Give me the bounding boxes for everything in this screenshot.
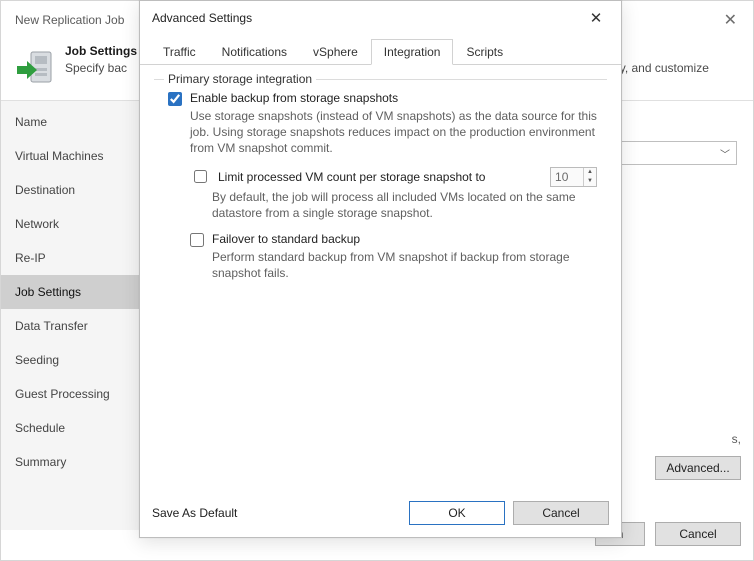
cancel-button[interactable]: Cancel xyxy=(513,501,609,525)
enable-backup-checkbox[interactable] xyxy=(168,92,182,106)
tab-vsphere[interactable]: vSphere xyxy=(300,39,371,65)
save-as-default-button[interactable]: Save As Default xyxy=(152,506,252,520)
subtitle-left: Specify bac xyxy=(65,61,127,75)
close-icon[interactable]: ✕ xyxy=(718,10,743,30)
limit-vm-hint: By default, the job will process all inc… xyxy=(212,189,597,221)
tab-integration[interactable]: Integration xyxy=(371,39,454,65)
tab-notifications[interactable]: Notifications xyxy=(209,39,300,65)
tab-traffic[interactable]: Traffic xyxy=(150,39,209,65)
nav-item-job-settings[interactable]: Job Settings xyxy=(1,275,150,309)
spinner-down-icon[interactable]: ▼ xyxy=(584,177,596,186)
job-settings-icon xyxy=(15,44,65,88)
failover-hint: Perform standard backup from VM snapshot… xyxy=(212,249,597,281)
enable-backup-option: Enable backup from storage snapshots xyxy=(168,90,597,106)
cancel-button[interactable]: Cancel xyxy=(655,522,741,546)
dialog-content: Primary storage integration Enable backu… xyxy=(140,65,621,493)
limit-vm-option: Limit processed VM count per storage sna… xyxy=(190,167,597,187)
failover-label: Failover to standard backup xyxy=(212,231,360,246)
advanced-settings-dialog: Advanced Settings ✕ Traffic Notification… xyxy=(139,0,622,538)
nav-item-re-ip[interactable]: Re-IP xyxy=(1,241,150,275)
options-fragment: s, xyxy=(732,432,741,446)
wizard-steps-nav: Name Virtual Machines Destination Networ… xyxy=(1,101,151,530)
dialog-footer: Save As Default OK Cancel xyxy=(140,493,621,537)
limit-vm-label: Limit processed VM count per storage sna… xyxy=(218,169,542,184)
spinner-up-icon[interactable]: ▲ xyxy=(584,168,596,177)
nav-item-schedule[interactable]: Schedule xyxy=(1,411,150,445)
subtitle-right: cy, and customize xyxy=(614,61,709,75)
chevron-down-icon: ﹀ xyxy=(720,146,730,161)
close-icon[interactable]: ✕ xyxy=(579,6,613,30)
limit-vm-checkbox[interactable] xyxy=(194,170,207,183)
failover-option: Failover to standard backup xyxy=(190,231,597,247)
enable-backup-hint: Use storage snapshots (instead of VM sna… xyxy=(190,108,597,157)
dialog-title: Advanced Settings xyxy=(152,11,252,25)
advanced-button[interactable]: Advanced... xyxy=(655,456,741,480)
nav-item-name[interactable]: Name xyxy=(1,105,150,139)
nav-item-guest-processing[interactable]: Guest Processing xyxy=(1,377,150,411)
tab-scripts[interactable]: Scripts xyxy=(453,39,516,65)
limit-vm-value[interactable] xyxy=(551,170,583,184)
group-legend: Primary storage integration xyxy=(164,72,316,86)
enable-backup-label: Enable backup from storage snapshots xyxy=(190,90,398,105)
nav-item-seeding[interactable]: Seeding xyxy=(1,343,150,377)
nav-item-summary[interactable]: Summary xyxy=(1,445,150,479)
nav-item-destination[interactable]: Destination xyxy=(1,173,150,207)
primary-storage-integration-group: Primary storage integration Enable backu… xyxy=(154,79,607,301)
failover-checkbox[interactable] xyxy=(190,233,204,247)
dialog-tabs: Traffic Notifications vSphere Integratio… xyxy=(140,35,621,65)
limit-vm-spinner[interactable]: ▲ ▼ xyxy=(550,167,597,187)
nav-item-network[interactable]: Network xyxy=(1,207,150,241)
dialog-titlebar: Advanced Settings ✕ xyxy=(140,1,621,35)
nav-item-virtual-machines[interactable]: Virtual Machines xyxy=(1,139,150,173)
spinner-buttons[interactable]: ▲ ▼ xyxy=(583,168,596,186)
ok-button[interactable]: OK xyxy=(409,501,505,525)
parent-window-title: New Replication Job xyxy=(15,13,124,27)
nav-item-data-transfer[interactable]: Data Transfer xyxy=(1,309,150,343)
